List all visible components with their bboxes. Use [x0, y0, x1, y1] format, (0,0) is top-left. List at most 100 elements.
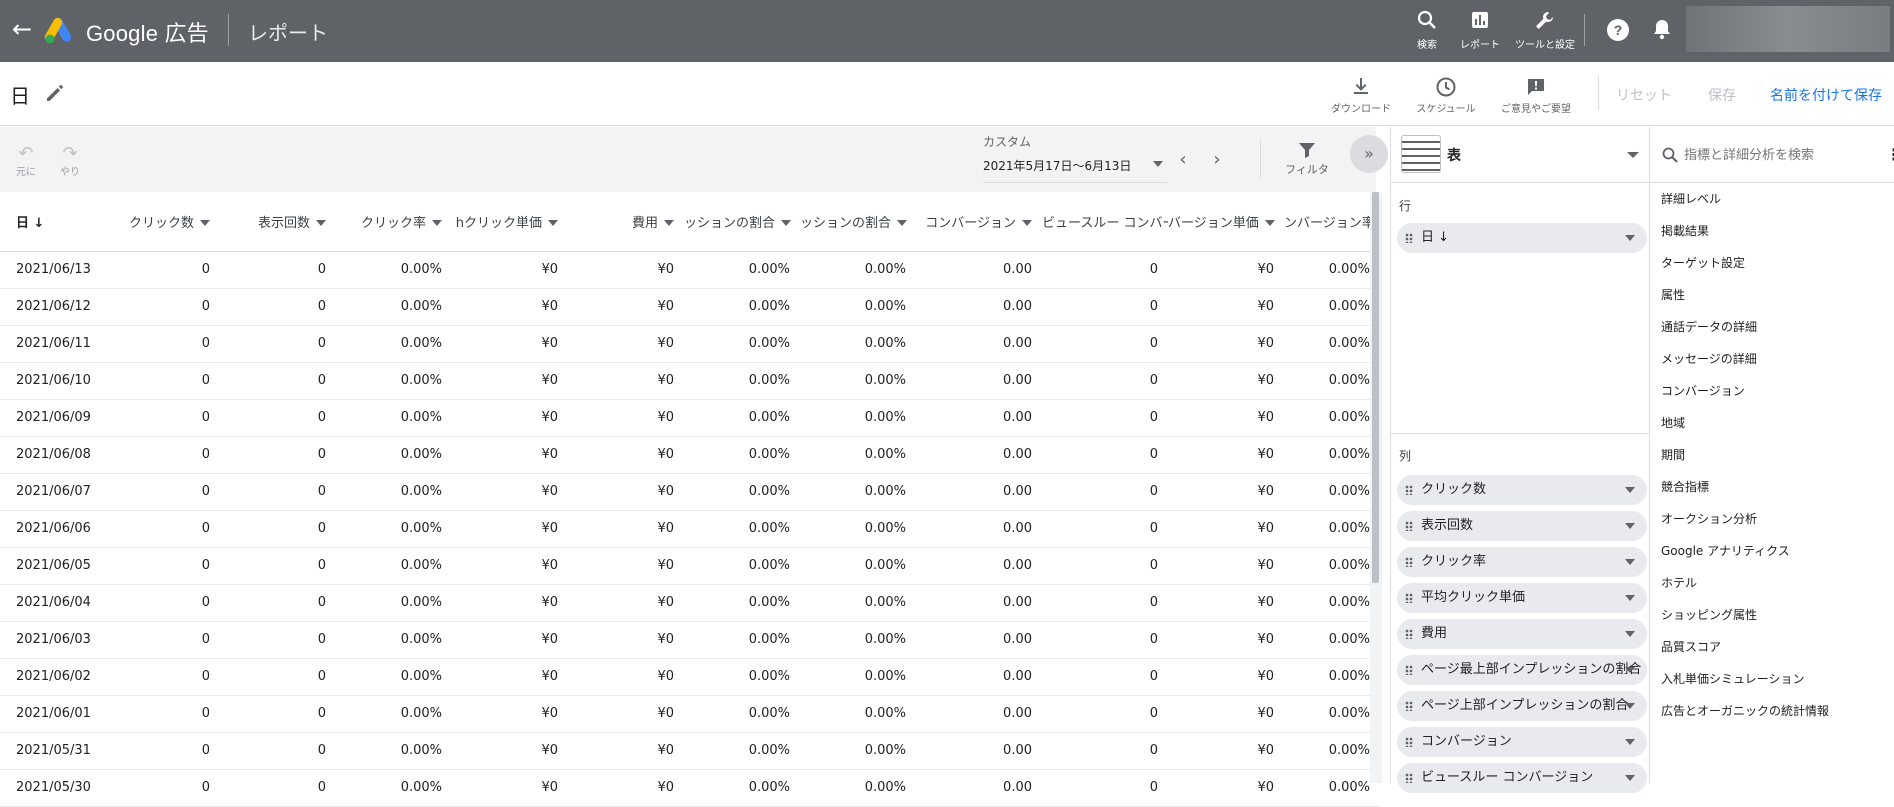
- account-switcher[interactable]: [1686, 6, 1890, 52]
- nav-tools-button[interactable]: ツールと設定: [1514, 10, 1576, 51]
- column-header[interactable]: コンバージョン: [916, 192, 1042, 252]
- table-row[interactable]: 2021/06/11 0 0 0.00% ¥0 ¥0 0.00% 0.00% 0.00 0 ¥0 0.…: [0, 325, 1380, 363]
- column-metric-chip[interactable]: 表示回数: [1397, 511, 1647, 541]
- dimension-category-item[interactable]: コンバージョン: [1650, 375, 1894, 407]
- chevron-down-icon[interactable]: [1625, 559, 1635, 565]
- chevron-down-icon[interactable]: [897, 220, 908, 227]
- save-as-button[interactable]: 名前を付けて保存: [1770, 85, 1882, 105]
- dimension-category-item[interactable]: 地域: [1650, 407, 1894, 439]
- table-row[interactable]: 2021/06/06 0 0 0.00% ¥0 ¥0 0.00% 0.00% 0.00 0 ¥0 0.…: [0, 510, 1380, 548]
- table-scrollbar-thumb[interactable]: [1372, 192, 1379, 583]
- edit-pencil-icon[interactable]: [44, 82, 68, 106]
- notifications-bell-icon[interactable]: [1650, 17, 1676, 43]
- table-row[interactable]: 2021/06/01 0 0 0.00% ¥0 ¥0 0.00% 0.00% 0.00 0 ¥0 0.…: [0, 695, 1380, 733]
- sort-down-arrow-icon[interactable]: ↓: [29, 216, 45, 231]
- column-header[interactable]: 表示回数: [220, 192, 336, 252]
- back-arrow-icon[interactable]: ←: [8, 15, 36, 43]
- column-metric-chip[interactable]: コンバージョン: [1397, 727, 1647, 757]
- chevron-down-icon[interactable]: [1625, 739, 1635, 745]
- next-period-chevron-icon[interactable]: ›: [1208, 149, 1226, 170]
- column-header[interactable]: ンバージョン率: [1284, 192, 1380, 252]
- table-row[interactable]: 2021/06/09 0 0 0.00% ¥0 ¥0 0.00% 0.00% 0.00 0 ¥0 0.…: [0, 399, 1380, 437]
- dimension-category-item[interactable]: 広告とオーガニックの統計情報: [1650, 695, 1894, 727]
- chevron-down-icon[interactable]: [1625, 775, 1635, 781]
- column-header[interactable]: バージョン単価: [1168, 192, 1284, 252]
- drag-handle-icon[interactable]: [1405, 233, 1413, 243]
- row-dimension-chip[interactable]: 日 ↓: [1397, 223, 1647, 253]
- drag-handle-icon[interactable]: [1405, 485, 1413, 495]
- dimension-category-item[interactable]: Google アナリティクス: [1650, 535, 1894, 567]
- column-header[interactable]: クリック率: [336, 192, 452, 252]
- drag-handle-icon[interactable]: [1405, 521, 1413, 531]
- table-row[interactable]: 2021/06/02 0 0 0.00% ¥0 ¥0 0.00% 0.00% 0.00 0 ¥0 0.…: [0, 658, 1380, 696]
- sort-down-arrow-icon[interactable]: ↓: [1434, 230, 1449, 245]
- chevron-down-icon[interactable]: [200, 220, 210, 227]
- nav-reports-button[interactable]: レポート: [1450, 10, 1510, 51]
- chevron-down-icon[interactable]: [1264, 220, 1275, 227]
- column-header[interactable]: 日 ↓: [0, 192, 120, 252]
- column-metric-chip[interactable]: 費用: [1397, 619, 1647, 649]
- download-button[interactable]: ダウンロード: [1326, 76, 1396, 115]
- dimension-category-item[interactable]: 属性: [1650, 279, 1894, 311]
- table-row[interactable]: 2021/06/13 0 0 0.00% ¥0 ¥0 0.00% 0.00% 0.00 0 ¥0 0.…: [0, 251, 1380, 289]
- column-metric-chip[interactable]: クリック数: [1397, 475, 1647, 505]
- save-button[interactable]: 保存: [1708, 85, 1736, 105]
- chevron-down-icon[interactable]: [1625, 595, 1635, 601]
- redo-button[interactable]: ↷ やり: [52, 143, 88, 178]
- column-header[interactable]: ッションの割合: [684, 192, 800, 252]
- visualization-selector[interactable]: 表: [1391, 127, 1649, 183]
- more-options-kebab-icon[interactable]: ⋮: [1886, 145, 1894, 164]
- chevron-down-icon[interactable]: [1625, 487, 1635, 493]
- drag-handle-icon[interactable]: [1405, 629, 1413, 639]
- column-metric-chip[interactable]: ビュースルー コンバージョン: [1397, 763, 1647, 793]
- schedule-button[interactable]: スケジュール: [1410, 76, 1482, 115]
- chevron-down-icon[interactable]: [1625, 667, 1635, 673]
- drag-handle-icon[interactable]: [1405, 701, 1413, 711]
- dimension-category-item[interactable]: 入札単価シミュレーション: [1650, 663, 1894, 695]
- help-icon[interactable]: ?: [1605, 17, 1631, 43]
- date-range-picker[interactable]: カスタム 2021年5月17日～6月13日: [983, 133, 1167, 183]
- column-header[interactable]: クリック数: [120, 192, 220, 252]
- column-header[interactable]: hクリック単価: [452, 192, 568, 252]
- table-row[interactable]: 2021/06/07 0 0 0.00% ¥0 ¥0 0.00% 0.00% 0.00 0 ¥0 0.…: [0, 473, 1380, 511]
- table-row[interactable]: 2021/06/04 0 0 0.00% ¥0 ¥0 0.00% 0.00% 0.00 0 ¥0 0.…: [0, 584, 1380, 622]
- column-metric-chip[interactable]: ページ最上部インプレッションの割合: [1397, 655, 1647, 685]
- dimension-category-item[interactable]: ホテル: [1650, 567, 1894, 599]
- dimension-category-item[interactable]: 品質スコア: [1650, 631, 1894, 663]
- column-metric-chip[interactable]: ページ上部インプレッションの割合: [1397, 691, 1647, 721]
- feedback-button[interactable]: ご意見やご要望: [1496, 76, 1576, 115]
- dimension-category-item[interactable]: 期間: [1650, 439, 1894, 471]
- chevron-down-icon[interactable]: [1625, 703, 1635, 709]
- reset-button[interactable]: リセット: [1616, 85, 1672, 105]
- table-row[interactable]: 2021/05/31 0 0 0.00% ¥0 ¥0 0.00% 0.00% 0.00 0 ¥0 0.…: [0, 732, 1380, 770]
- table-row[interactable]: 2021/05/30 0 0 0.00% ¥0 ¥0 0.00% 0.00% 0.00 0 ¥0 0.…: [0, 769, 1380, 807]
- drag-handle-icon[interactable]: [1405, 557, 1413, 567]
- column-header[interactable]: ビュースルー コンバージョン: [1042, 192, 1168, 252]
- chevron-down-icon[interactable]: [548, 220, 558, 227]
- table-row[interactable]: 2021/06/08 0 0 0.00% ¥0 ¥0 0.00% 0.00% 0.00 0 ¥0 0.…: [0, 436, 1380, 474]
- collapse-panel-double-chevron-icon[interactable]: »: [1350, 135, 1388, 173]
- chevron-down-icon[interactable]: [432, 220, 442, 227]
- metric-search-input[interactable]: [1684, 143, 1874, 167]
- dimension-category-item[interactable]: 競合指標: [1650, 471, 1894, 503]
- column-metric-chip[interactable]: クリック率: [1397, 547, 1647, 577]
- dimension-category-item[interactable]: 通話データの詳細: [1650, 311, 1894, 343]
- nav-search-button[interactable]: 検索: [1397, 10, 1457, 51]
- dimension-category-item[interactable]: 掲載結果: [1650, 215, 1894, 247]
- dimension-category-item[interactable]: 詳細レベル: [1650, 183, 1894, 215]
- chevron-down-icon[interactable]: [781, 220, 792, 227]
- drag-handle-icon[interactable]: [1405, 665, 1413, 675]
- filter-button[interactable]: フィルタ: [1284, 141, 1330, 177]
- dimension-category-item[interactable]: オークション分析: [1650, 503, 1894, 535]
- chevron-down-icon[interactable]: [316, 220, 326, 227]
- dimension-category-item[interactable]: ショッピング属性: [1650, 599, 1894, 631]
- drag-handle-icon[interactable]: [1405, 737, 1413, 747]
- chevron-down-icon[interactable]: [1022, 220, 1032, 227]
- dimension-category-item[interactable]: ターゲット設定: [1650, 247, 1894, 279]
- dimension-category-item[interactable]: メッセージの詳細: [1650, 343, 1894, 375]
- column-metric-chip[interactable]: 平均クリック単価: [1397, 583, 1647, 613]
- undo-button[interactable]: ↶ 元に: [8, 143, 44, 178]
- table-row[interactable]: 2021/06/12 0 0 0.00% ¥0 ¥0 0.00% 0.00% 0.00 0 ¥0 0.…: [0, 288, 1380, 326]
- column-header[interactable]: ッションの割合: [800, 192, 916, 252]
- drag-handle-icon[interactable]: [1405, 773, 1413, 783]
